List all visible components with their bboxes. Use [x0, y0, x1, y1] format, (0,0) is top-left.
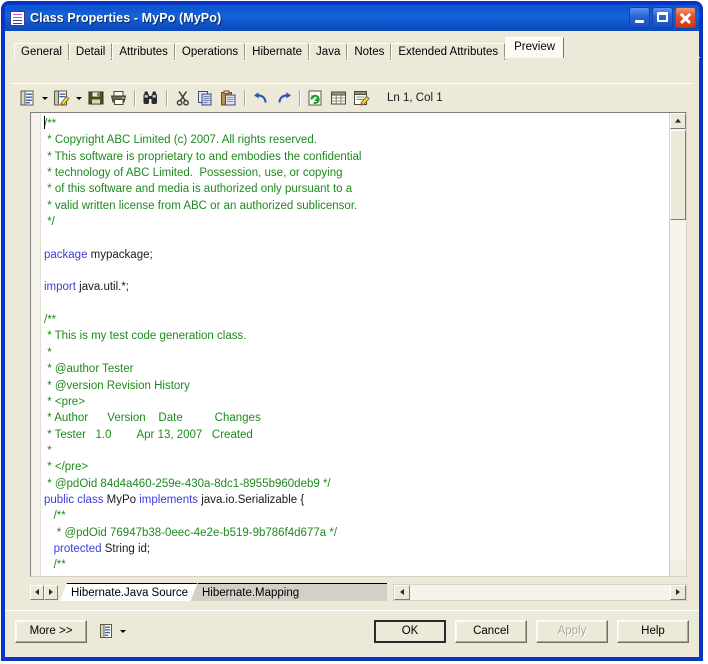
tab-attributes[interactable]: Attributes: [112, 43, 175, 60]
more-button[interactable]: More >>: [15, 619, 87, 643]
property-tabs: General Detail Attributes Operations Hib…: [14, 37, 700, 60]
sheet-tabs: Hibernate.Java Source Hibernate.Mapping: [60, 583, 388, 601]
save-icon[interactable]: [84, 87, 107, 109]
window-title: Class Properties - MyPo (MyPo): [30, 11, 222, 25]
title-bar[interactable]: Class Properties - MyPo (MyPo): [5, 5, 699, 31]
editor-gutter: [31, 113, 41, 576]
tab-preview[interactable]: Preview: [505, 37, 565, 58]
tab-java[interactable]: Java: [309, 43, 348, 60]
tab-extended-attributes[interactable]: Extended Attributes: [391, 43, 506, 60]
toolbar-separator: [130, 89, 139, 107]
scroll-left-arrow[interactable]: [394, 584, 411, 600]
horizontal-scroll-track[interactable]: [410, 584, 670, 600]
ok-button[interactable]: OK: [374, 619, 446, 643]
sheet-prev-button[interactable]: [30, 584, 44, 600]
table-grid-icon[interactable]: [327, 87, 350, 109]
find-binoculars-icon[interactable]: [139, 87, 162, 109]
vertical-scroll-thumb[interactable]: [670, 130, 686, 220]
footer-menu-dropdown-arrow[interactable]: [117, 620, 128, 642]
apply-button: Apply: [536, 619, 608, 643]
minimize-button[interactable]: [629, 7, 650, 28]
dialog-footer: More >> OK Cancel Apply Help: [5, 610, 699, 657]
tab-general[interactable]: General: [14, 43, 69, 60]
redo-icon[interactable]: [272, 87, 295, 109]
window-client-area: General Detail Attributes Operations Hib…: [5, 31, 700, 657]
tab-operations[interactable]: Operations: [174, 43, 246, 60]
edit-note-dropdown-arrow[interactable]: [73, 87, 84, 109]
paste-icon[interactable]: [217, 87, 240, 109]
print-icon[interactable]: [107, 87, 130, 109]
cursor-position-status: Ln 1, Col 1: [387, 92, 443, 104]
edit-note-icon[interactable]: [50, 87, 73, 109]
toolbar-separator: [162, 89, 171, 107]
help-button[interactable]: Help: [617, 619, 689, 643]
sheet-tab-filler: [302, 583, 388, 601]
editor-toolbar: Ln 1, Col 1: [10, 84, 693, 112]
list-dropdown-arrow[interactable]: [39, 87, 50, 109]
vertical-scrollbar[interactable]: [669, 113, 686, 576]
code-preview-editor[interactable]: /** * Copyright ABC Limited (c) 2007. Al…: [30, 112, 687, 577]
sheet-tab-hibernate-java-source[interactable]: Hibernate.Java Source: [60, 583, 197, 601]
copy-icon[interactable]: [194, 87, 217, 109]
tab-notes[interactable]: Notes: [347, 43, 392, 60]
sheet-tab-bar: Hibernate.Java Source Hibernate.Mapping: [30, 581, 687, 603]
refresh-icon[interactable]: [304, 87, 327, 109]
properties-icon: [10, 10, 25, 26]
toolbar-separator: [295, 89, 304, 107]
maximize-button[interactable]: [652, 7, 673, 28]
tab-detail[interactable]: Detail: [68, 43, 113, 60]
class-properties-window: Class Properties - MyPo (MyPo) General D…: [2, 2, 702, 660]
preview-panel: Ln 1, Col 1 /** * Copyright ABC Limited …: [10, 83, 693, 607]
tab-hibernate[interactable]: Hibernate: [245, 43, 310, 60]
toolbar-separator: [240, 89, 249, 107]
source-code: /** * Copyright ABC Limited (c) 2007. Al…: [44, 118, 362, 572]
window-controls: [629, 7, 696, 28]
edit-document-icon[interactable]: [350, 87, 373, 109]
sheet-next-button[interactable]: [44, 584, 58, 600]
scroll-right-arrow[interactable]: [670, 584, 686, 600]
code-text-area[interactable]: /** * Copyright ABC Limited (c) 2007. Al…: [41, 113, 669, 576]
footer-menu-split[interactable]: [99, 620, 128, 642]
cut-scissors-icon[interactable]: [171, 87, 194, 109]
text-caret: [44, 116, 45, 129]
scroll-up-arrow[interactable]: [670, 113, 686, 129]
list-menu-icon[interactable]: [99, 623, 114, 639]
undo-icon[interactable]: [249, 87, 272, 109]
horizontal-scrollbar[interactable]: [393, 583, 687, 601]
sheet-tab-hibernate-mapping[interactable]: Hibernate.Mapping: [191, 583, 308, 601]
list-icon[interactable]: [16, 87, 39, 109]
cancel-button[interactable]: Cancel: [455, 619, 527, 643]
close-button[interactable]: [675, 7, 696, 28]
